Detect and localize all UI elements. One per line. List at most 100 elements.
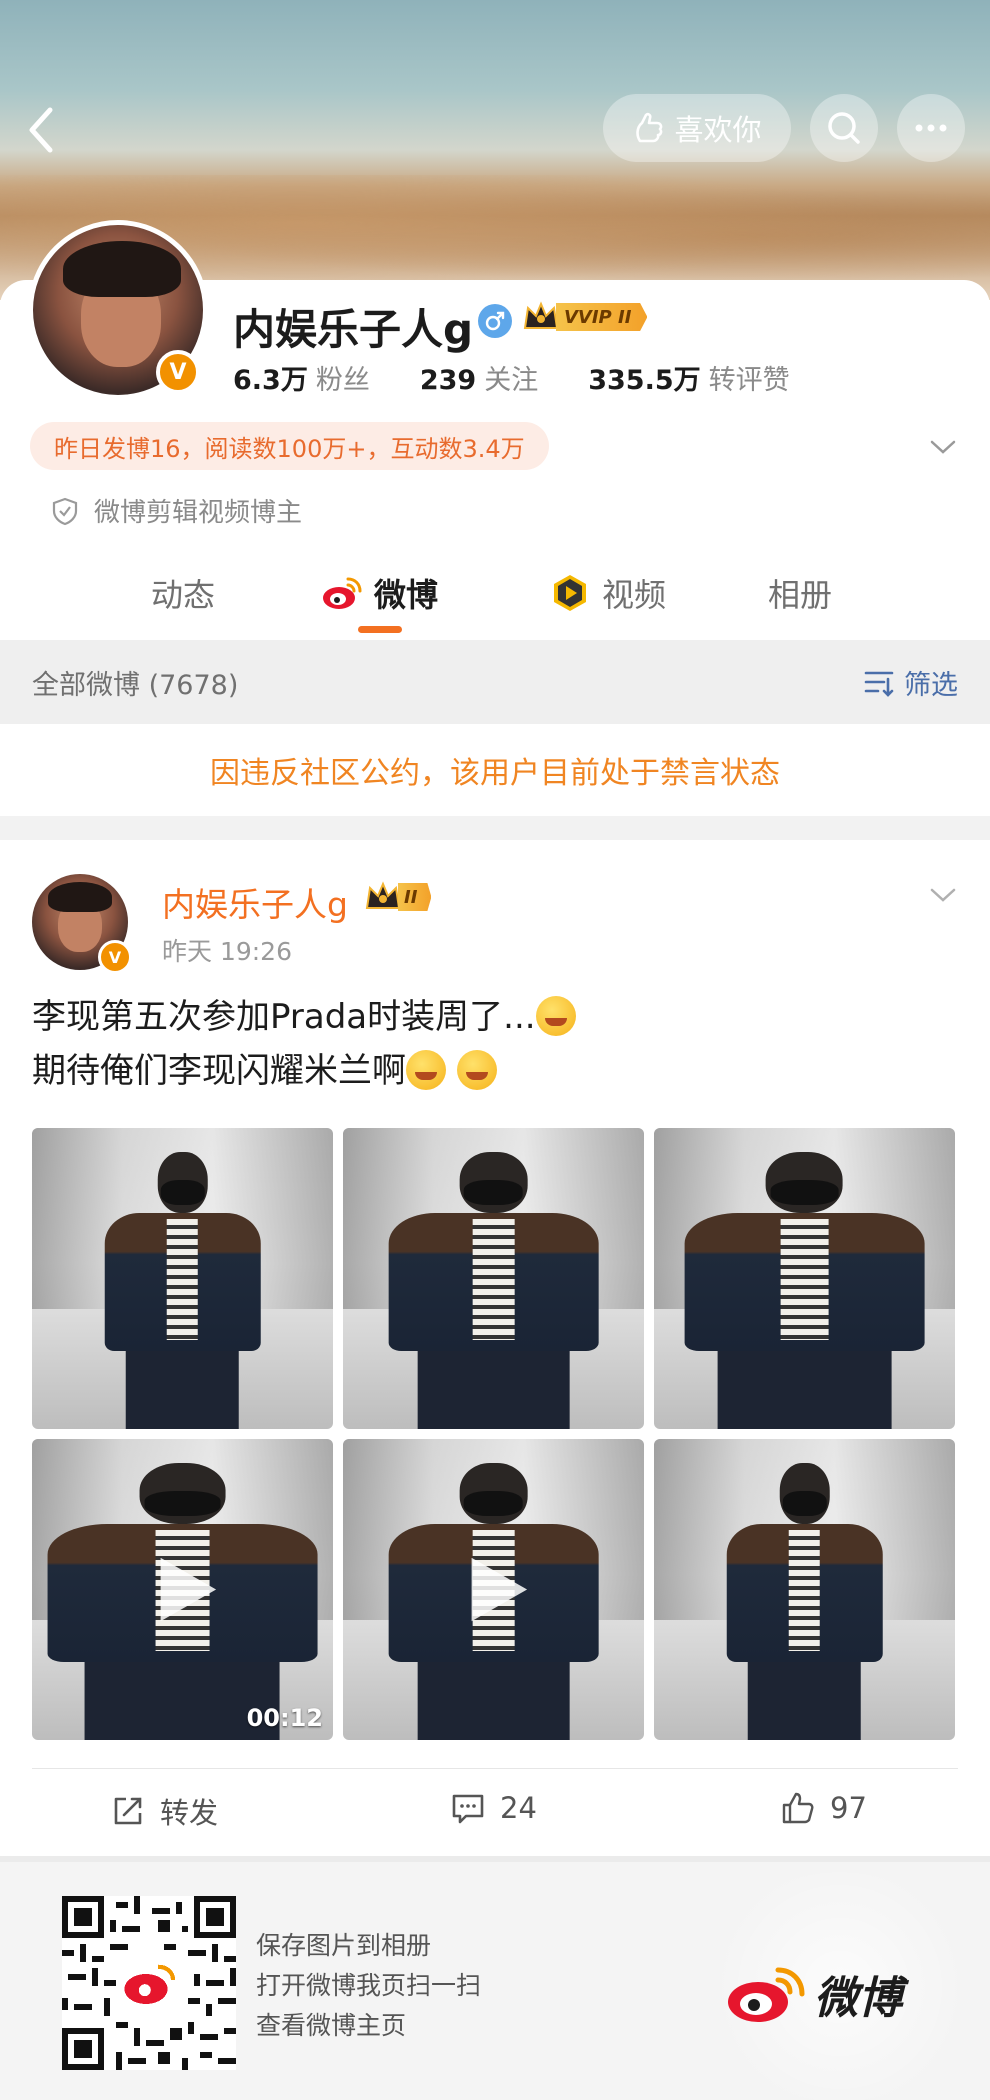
like-count: 97 [830,1791,867,1825]
stat-label: 关注 [484,365,539,396]
post-card: V 内娱乐子人g II 昨天 19:26 李现第五次参加Prada时装周了...… [0,840,990,1856]
crown-icon [365,881,401,909]
person-legs [417,1662,570,1740]
brand-name: 微博 [814,1973,902,2024]
person-legs [717,1351,892,1429]
profile-tabs: 动态 微博 视频 相册 [0,560,990,640]
filter-icon [864,671,894,697]
stat-label: 转评赞 [708,365,790,396]
smirk-emoji-icon [535,996,576,1036]
post-author-name[interactable]: 内娱乐子人g [162,878,348,926]
chevron-down-icon[interactable] [928,432,958,462]
comment-count: 24 [500,1791,537,1825]
photo-person [104,1152,261,1429]
repost-label: 转发 [160,1796,219,1830]
post-line-1-text: 李现第五次参加Prada时装周了... [32,997,536,1037]
all-posts-count[interactable]: 全部微博 (7678) [32,663,238,702]
back-icon [29,107,53,153]
stat-following[interactable]: 239 关注 [420,358,538,397]
image-thumb[interactable] [32,1128,333,1429]
tab-album[interactable]: 相册 [768,570,832,616]
post-text: 李现第五次参加Prada时装周了... 期待俺们李现闪耀米兰啊 [32,990,576,1098]
back-button[interactable] [22,100,62,160]
footer-line-1: 保存图片到相册 [256,1931,432,1960]
person-mask [464,1490,523,1516]
comment-icon [452,1794,484,1824]
weibo-logo-icon [728,1967,805,2022]
more-button[interactable] [897,94,965,162]
image-thumb[interactable] [654,1439,955,1740]
weibo-logo-icon [323,577,362,609]
image-thumb[interactable] [343,1128,644,1429]
person-legs [748,1662,861,1740]
video-thumb[interactable] [343,1439,644,1740]
filter-button[interactable]: 筛选 [862,663,958,702]
stat-num: 239 [419,365,477,396]
like-button[interactable]: 97 [780,1790,867,1826]
activity-summary[interactable]: 昨日发博16，阅读数100万+，互动数3.4万 [30,422,549,470]
tab-video[interactable]: 视频 [548,570,666,616]
flower-emoji-icon [406,1050,446,1090]
vip-tag: II [398,883,432,911]
person-shirt [780,1218,829,1341]
section-divider [0,816,990,840]
stat-num: 6.3万 [233,365,308,396]
person-shirt [166,1218,199,1341]
actions-divider [32,1768,958,1769]
post-line-2-text: 期待俺们李现闪耀米兰啊 [32,1051,406,1091]
crown-icon [523,301,559,329]
person-mask [144,1490,221,1516]
footer-line-2: 打开微博我页扫一扫 [256,1971,482,2000]
tab-label: 动态 [151,576,216,614]
stat-num: 335.5万 [588,365,701,396]
person-legs [126,1351,239,1429]
person-shirt [788,1529,821,1652]
footer-instructions: 保存图片到相册 打开微博我页扫一扫 查看微博主页 [256,1926,481,2046]
photo-person [388,1152,599,1429]
repost-button[interactable]: 转发 [110,1790,218,1832]
person-mask [464,1179,523,1205]
qr-code [62,1896,236,2070]
footer-line-3: 查看微博主页 [256,2011,407,2040]
post-line-2: 期待俺们李现闪耀米兰啊 [32,1044,576,1098]
video-thumb[interactable]: 00:12 [32,1439,333,1740]
photo-person [726,1463,883,1740]
heart-hand-icon [636,112,663,143]
like-you-label: 喜欢你 [674,113,762,147]
post-vip-badge[interactable]: II [364,880,432,914]
ban-notice: 因违反社区公约，该用户目前处于禁言状态 [0,724,990,816]
like-you-button[interactable]: 喜欢你 [603,94,791,162]
person-mask [160,1179,205,1205]
stat-interactions[interactable]: 335.5万 转评赞 [588,358,789,397]
search-button[interactable] [810,94,878,162]
comment-button[interactable]: 24 [450,1790,537,1826]
tab-weibo[interactable]: 微博 [320,570,438,616]
post-time: 昨天 19:26 [162,937,292,966]
avatar-hair [63,241,181,297]
video-icon [554,575,586,611]
search-icon [828,112,860,144]
person-shirt [472,1218,515,1341]
person-mask [770,1179,839,1205]
post-line-1: 李现第五次参加Prada时装周了... [32,990,576,1044]
tab-label: 视频 [602,576,667,614]
tab-label: 相册 [768,576,833,614]
flower-emoji-icon [456,1050,497,1090]
weibo-brand: 微博 [722,1962,902,2026]
person-mask [782,1490,827,1516]
male-icon [478,304,512,338]
image-thumb[interactable] [654,1128,955,1429]
chevron-down-icon[interactable] [928,880,958,910]
certification-row: 微博剪辑视频博主 [50,492,302,529]
active-tab-indicator [358,626,402,633]
stat-followers[interactable]: 6.3万 粉丝 [233,358,370,397]
thumbs-up-icon [782,1792,814,1824]
profile-stats: 6.3万 粉丝 239 关注 335.5万 转评赞 [233,358,790,397]
profile-name: 内娱乐子人g [233,305,474,354]
vvip-badge[interactable]: VVIP II [522,300,648,334]
filter-label: 筛选 [904,669,958,701]
more-icon [915,124,947,132]
person-legs [417,1351,570,1429]
post-actions: 转发 24 97 [0,1780,990,1850]
tab-dynamic[interactable]: 动态 [151,570,215,616]
